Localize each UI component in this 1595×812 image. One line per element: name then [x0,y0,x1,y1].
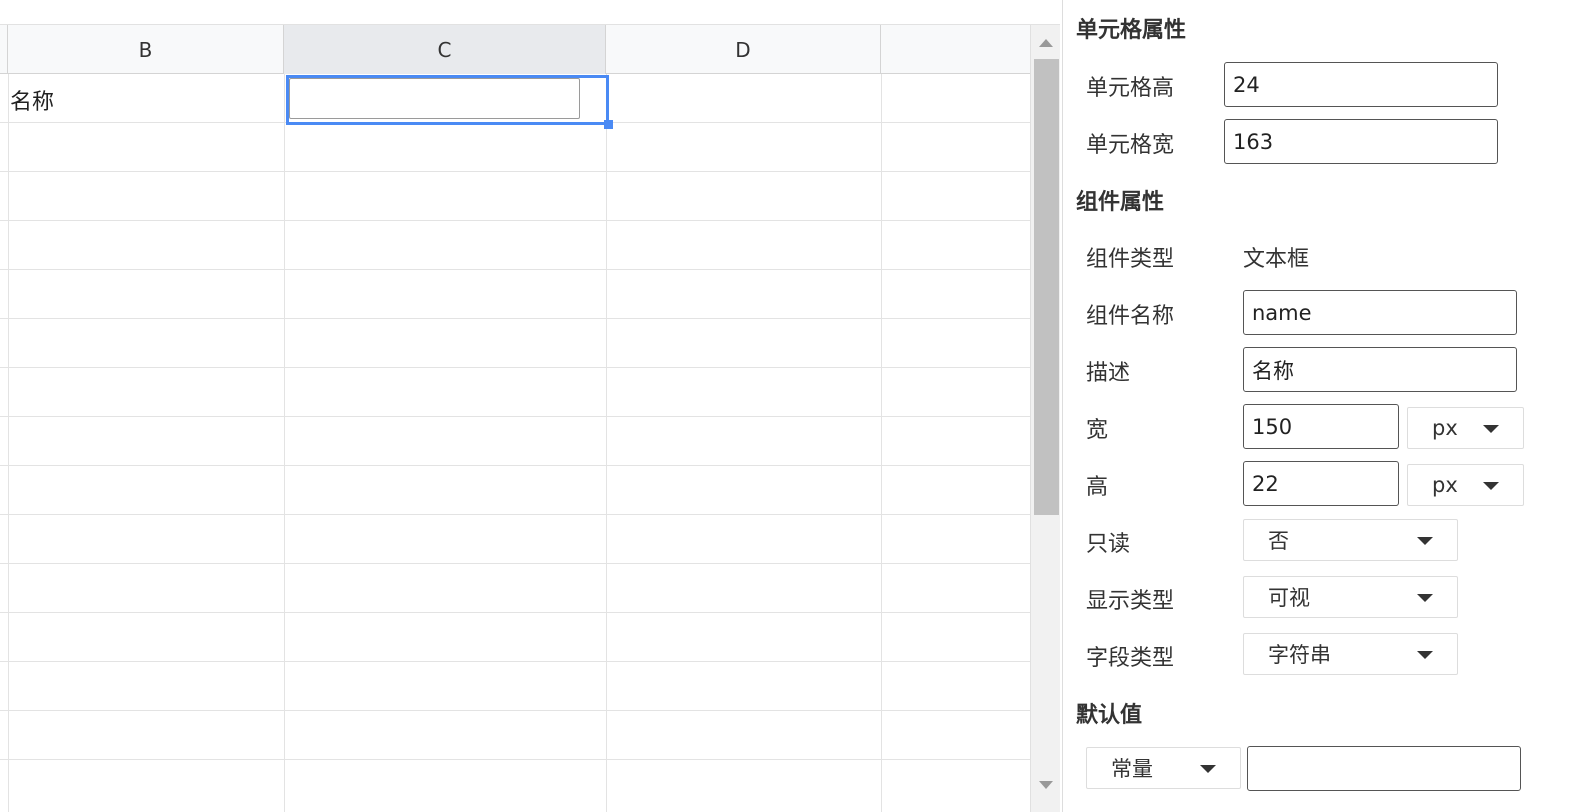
column-header-label: C [437,37,452,62]
display-type-value: 可视 [1268,586,1310,610]
cell-b1-text[interactable]: 名称 [10,84,54,116]
scrollbar-thumb[interactable] [1034,59,1059,515]
height-unit-select[interactable]: px [1407,464,1524,506]
width-input[interactable]: 150 [1243,404,1399,449]
cell-height-label: 单元格高 [1086,76,1175,101]
row-line [0,612,1052,613]
height-input[interactable]: 22 [1243,461,1399,506]
width-label: 宽 [1086,418,1109,443]
field-type-label: 字段类型 [1086,646,1175,671]
height-unit-value: px [1432,473,1458,497]
cell-grid[interactable] [0,74,1052,812]
row-line [0,171,1052,172]
row-line [0,367,1052,368]
width-unit-select[interactable]: px [1407,407,1524,449]
column-line [881,74,882,812]
chevron-down-icon [1417,537,1433,545]
column-line [8,74,9,812]
height-label: 高 [1086,475,1109,500]
vertical-scrollbar[interactable] [1030,25,1060,812]
row-line [0,514,1052,515]
chevron-down-icon [1483,425,1499,433]
sheet-top-bar [0,0,1060,25]
width-unit-value: px [1432,416,1458,440]
row-line [0,465,1052,466]
fill-handle[interactable] [604,120,613,129]
cell-width-input[interactable]: 163 [1224,119,1498,164]
column-header-e[interactable]: E [881,25,1052,74]
display-type-label: 显示类型 [1086,589,1175,614]
component-properties-title: 组件属性 [1076,190,1165,215]
chevron-down-icon [1200,765,1216,773]
field-type-select[interactable]: 字符串 [1243,633,1458,675]
spreadsheet: B C D E 名称 [0,0,1060,812]
column-header-row: B C D E [0,25,1052,74]
readonly-select[interactable]: 否 [1243,519,1458,561]
column-line [284,74,285,812]
component-type-label: 组件类型 [1086,247,1175,272]
description-input[interactable]: 名称 [1243,347,1517,392]
component-type-value: 文本框 [1243,247,1310,272]
row-line [0,661,1052,662]
chevron-down-icon [1483,482,1499,490]
column-header-b[interactable]: B [8,25,284,74]
row-line [0,220,1052,221]
cell-properties-title: 单元格属性 [1076,18,1187,43]
row-line [0,563,1052,564]
properties-panel: 单元格属性 单元格高 24 单元格宽 163 组件属性 组件类型 文本框 组件名… [1062,0,1595,812]
column-header-a-edge[interactable] [0,25,8,74]
row-line [0,269,1052,270]
cell-width-label: 单元格宽 [1086,133,1175,158]
row-line [0,710,1052,711]
chevron-down-icon [1417,651,1433,659]
display-type-select[interactable]: 可视 [1243,576,1458,618]
component-name-input[interactable]: name [1243,290,1517,335]
field-type-value: 字符串 [1268,643,1331,667]
column-header-label: D [735,37,751,62]
column-header-c[interactable]: C [284,25,606,74]
scroll-down-arrow-icon[interactable] [1039,781,1053,789]
row-line [0,416,1052,417]
default-value-mode-select[interactable]: 常量 [1086,747,1241,789]
cell-height-input[interactable]: 24 [1224,62,1498,107]
row-line [0,318,1052,319]
cell-textbox-component[interactable] [289,78,580,119]
default-value-input[interactable] [1247,746,1521,791]
default-value-title: 默认值 [1076,703,1143,728]
default-value-mode: 常量 [1111,757,1153,781]
row-line [0,759,1052,760]
column-header-label: B [138,37,153,62]
component-name-label: 组件名称 [1086,304,1175,329]
scroll-up-arrow-icon[interactable] [1039,39,1053,47]
description-label: 描述 [1086,361,1131,386]
chevron-down-icon [1417,594,1433,602]
readonly-label: 只读 [1086,532,1131,557]
readonly-value: 否 [1268,529,1289,553]
column-line [606,74,607,812]
column-header-d[interactable]: D [606,25,881,74]
